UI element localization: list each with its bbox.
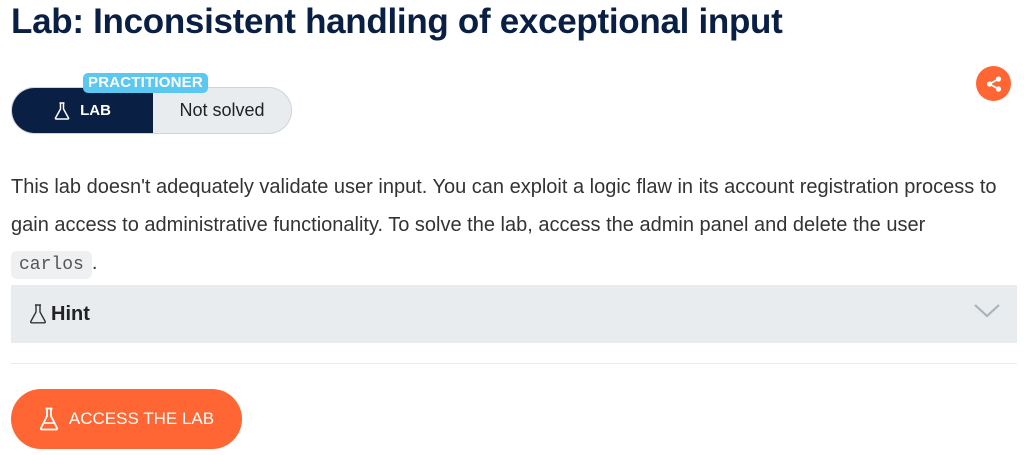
lab-type-label: LAB: [80, 102, 111, 119]
level-badge: PRACTITIONER: [83, 73, 208, 93]
lab-status-widget: LAB Not solved: [11, 87, 292, 134]
lab-description: This lab doesn't adequately validate use…: [11, 168, 1011, 284]
access-lab-button[interactable]: ACCESS THE LAB: [11, 389, 242, 449]
hint-toggle[interactable]: Hint: [11, 285, 1017, 343]
flask-icon: [54, 101, 70, 120]
solve-status: Not solved: [179, 100, 265, 120]
access-lab-label: ACCESS THE LAB: [68, 409, 215, 428]
chevron-down-icon: [974, 304, 1000, 318]
flask-icon: [39, 407, 58, 431]
username-code: carlos: [11, 251, 92, 279]
description-end: .: [91, 252, 98, 274]
share-icon: [986, 75, 1001, 92]
lab-type-segment: LAB: [12, 88, 153, 133]
description-text: This lab doesn't adequately validate use…: [11, 176, 997, 236]
page-title: Lab: Inconsistent handling of exceptiona…: [11, 2, 783, 41]
flask-icon: [29, 304, 47, 324]
hint-label: Hint: [51, 302, 90, 325]
share-button[interactable]: [976, 66, 1011, 101]
divider: [11, 363, 1017, 364]
